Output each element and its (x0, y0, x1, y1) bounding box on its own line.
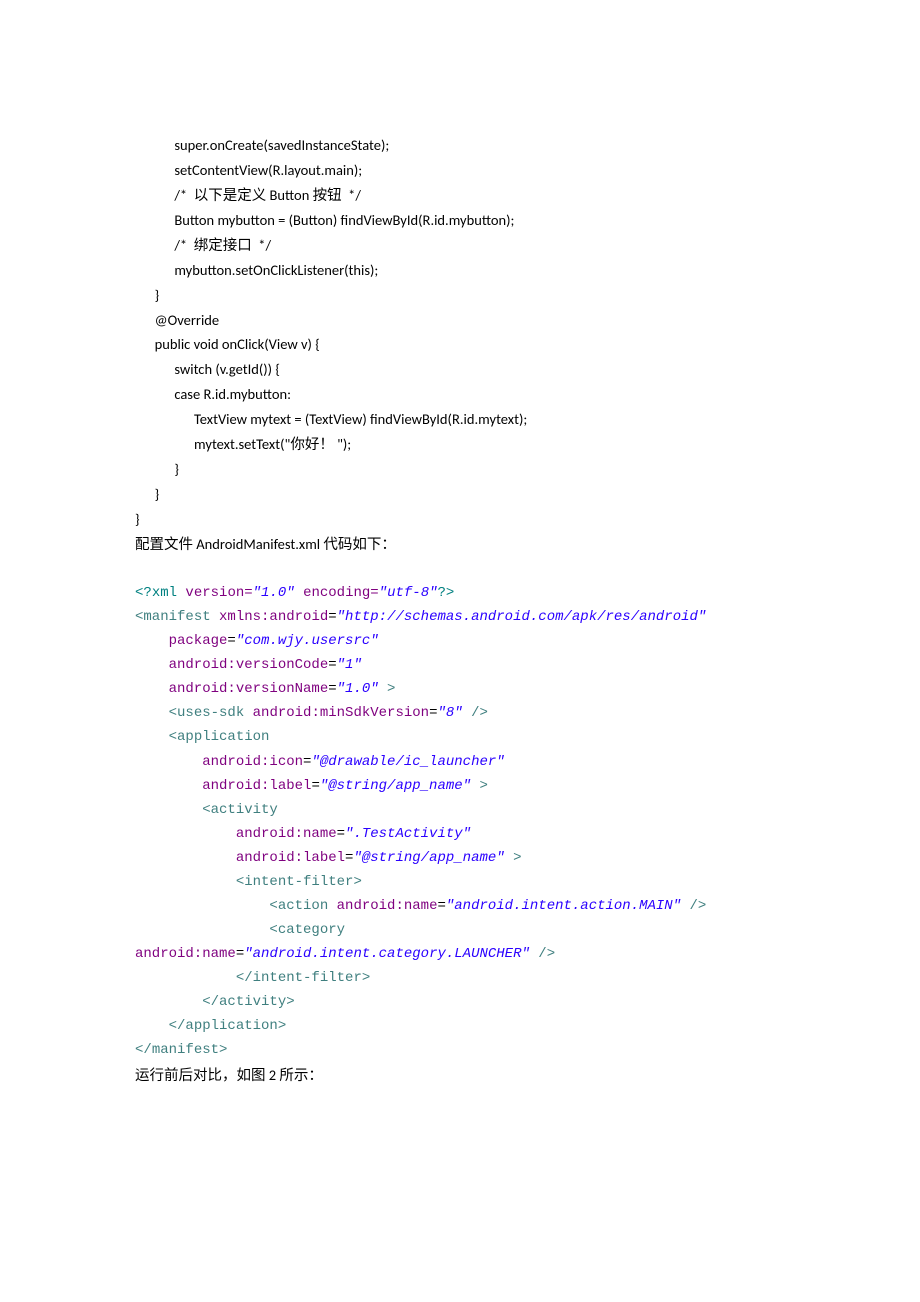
code-line: </intent-filter> (135, 970, 370, 986)
code-line: @Override (135, 311, 219, 329)
code-line: android:label="@string/app_name" > (135, 850, 522, 866)
paragraph-figure-reference: 运行前后对比，如图 2 所示： (135, 1063, 790, 1088)
code-line: <intent-filter> (135, 874, 362, 890)
code-line: /* 绑定接口 */ (135, 236, 271, 254)
code-line: android:icon="@drawable/ic_launcher" (135, 754, 505, 770)
code-line: TextView mytext = (TextView) findViewByI… (135, 410, 527, 428)
code-line: } (135, 510, 140, 528)
code-line: android:label="@string/app_name" > (135, 778, 488, 794)
paragraph-manifest-intro: 配置文件 AndroidManifest.xml 代码如下： (135, 532, 790, 557)
code-line: <uses-sdk android:minSdkVersion="8" /> (135, 705, 488, 721)
code-line: } (135, 460, 179, 478)
code-line: </activity> (135, 994, 295, 1010)
code-line: package="com.wjy.usersrc" (135, 633, 379, 649)
code-line: } (135, 286, 159, 304)
code-line: </manifest> (135, 1042, 227, 1058)
code-line: </application> (135, 1018, 286, 1034)
code-line: android:versionCode="1" (135, 657, 362, 673)
code-line: <category (135, 922, 345, 938)
code-line: android:versionName="1.0" > (135, 681, 395, 697)
code-line: switch (v.getId()) { (135, 360, 280, 378)
code-line: Button mybutton = (Button) findViewById(… (135, 211, 514, 229)
code-line: android:name="android.intent.category.LA… (135, 946, 555, 962)
code-line: <?xml version="1.0" encoding="utf-8"?> (135, 585, 454, 601)
code-line: <activity (135, 802, 278, 818)
java-code-block: super.onCreate(savedInstanceState); setC… (135, 108, 790, 532)
code-line: /* 以下是定义 Button 按钮 */ (135, 186, 361, 204)
code-line: android:name=".TestActivity" (135, 826, 471, 842)
code-line: super.onCreate(savedInstanceState); (135, 136, 389, 154)
code-line: mybutton.setOnClickListener(this); (135, 261, 378, 279)
code-line: <action android:name="android.intent.act… (135, 898, 706, 914)
code-line: case R.id.mybutton: (135, 385, 291, 403)
code-line: <application (135, 729, 269, 745)
code-line: } (135, 485, 159, 503)
xml-code-block: <?xml version="1.0" encoding="utf-8"?> <… (135, 557, 790, 1063)
code-line: <manifest xmlns:android="http://schemas.… (135, 609, 706, 625)
code-line: mytext.setText("你好！ "); (135, 435, 351, 453)
code-line: public void onClick(View v) { (135, 335, 320, 353)
code-line: setContentView(R.layout.main); (135, 161, 362, 179)
